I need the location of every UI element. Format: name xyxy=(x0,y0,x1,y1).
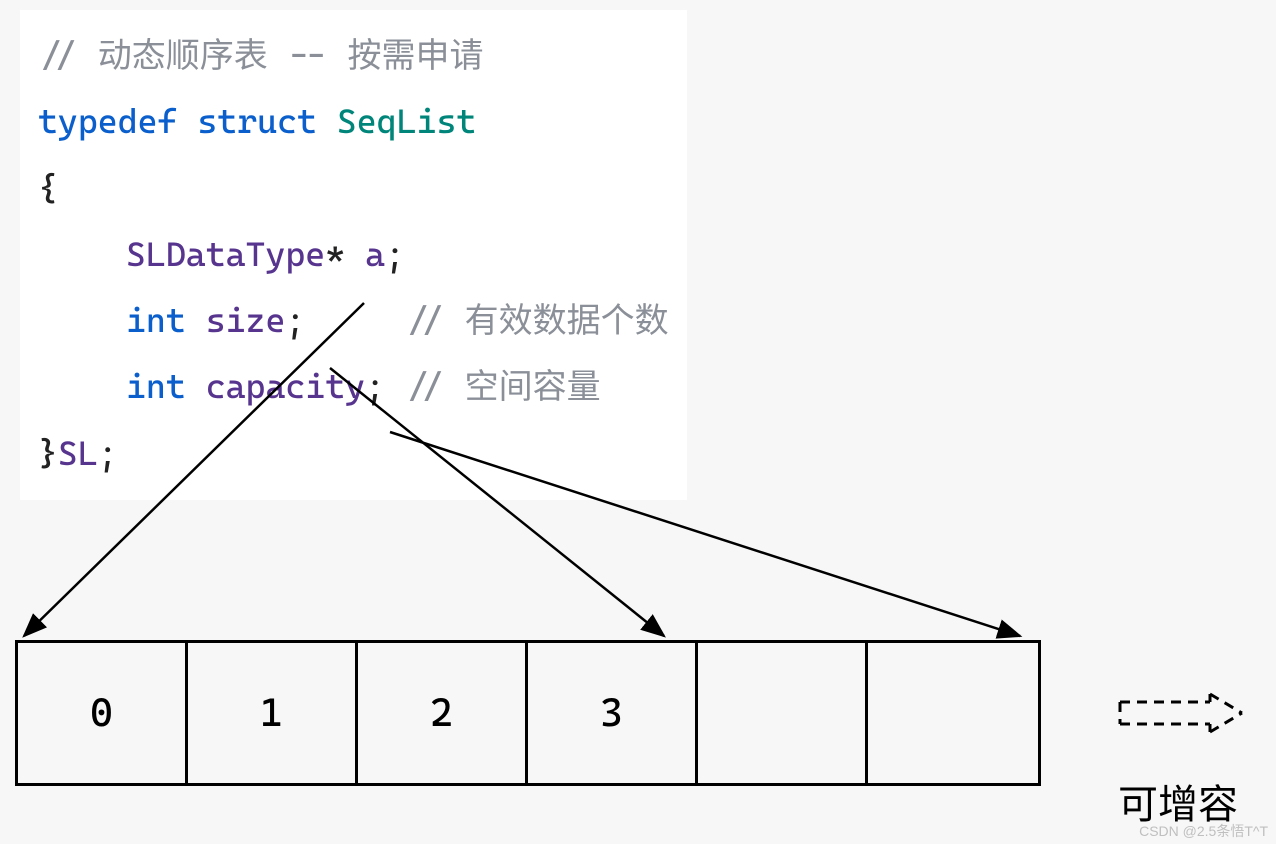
code-line-1: // 动态顺序表 -- 按需申请 xyxy=(38,22,669,88)
code-line-3: { xyxy=(38,155,669,221)
semi-cap: ; xyxy=(365,366,385,406)
code-line-5: int size; // 有效数据个数 xyxy=(38,287,669,353)
array-container: 0 1 2 3 xyxy=(15,640,1041,786)
brace-close: } xyxy=(38,433,58,473)
brace-open: { xyxy=(38,168,58,208)
code-line-2: typedef struct SeqList xyxy=(38,88,669,154)
keyword-int-size: int xyxy=(126,300,186,340)
comment-size: // 有效数据个数 xyxy=(405,300,669,340)
array-cell-2: 2 xyxy=(358,643,528,783)
code-line-4: SLDataType* a; xyxy=(38,221,669,287)
var-size: size xyxy=(186,300,286,340)
code-line-7: }SL; xyxy=(38,420,669,486)
keyword-typedef: typedef xyxy=(38,101,177,141)
array-cell-1: 1 xyxy=(188,643,358,783)
keyword-int-cap: int xyxy=(126,366,186,406)
var-a: a xyxy=(345,234,385,274)
semi-size: ; xyxy=(285,300,305,340)
comment-header: // 动态顺序表 -- 按需申请 xyxy=(38,35,483,75)
type-seqlist: SeqList xyxy=(337,101,476,141)
ptr-star: * xyxy=(325,234,345,274)
semi-a: ; xyxy=(385,234,405,274)
type-sldatatype: SLDataType xyxy=(126,234,325,274)
comment-capacity: // 空间容量 xyxy=(405,366,601,406)
alias-sl: SL xyxy=(58,433,98,473)
array-cell-3: 3 xyxy=(528,643,698,783)
semi-final: ; xyxy=(98,433,118,473)
expand-arrow-icon xyxy=(1118,692,1248,734)
code-block: // 动态顺序表 -- 按需申请 typedef struct SeqList … xyxy=(20,10,687,500)
code-line-6: int capacity; // 空间容量 xyxy=(38,353,669,419)
watermark: CSDN @2.5条悟T^T xyxy=(1139,821,1268,841)
var-capacity: capacity xyxy=(186,366,365,406)
array-cell-5 xyxy=(868,643,1038,783)
keyword-struct: struct xyxy=(197,101,317,141)
array-cell-0: 0 xyxy=(18,643,188,783)
array-cell-4 xyxy=(698,643,868,783)
